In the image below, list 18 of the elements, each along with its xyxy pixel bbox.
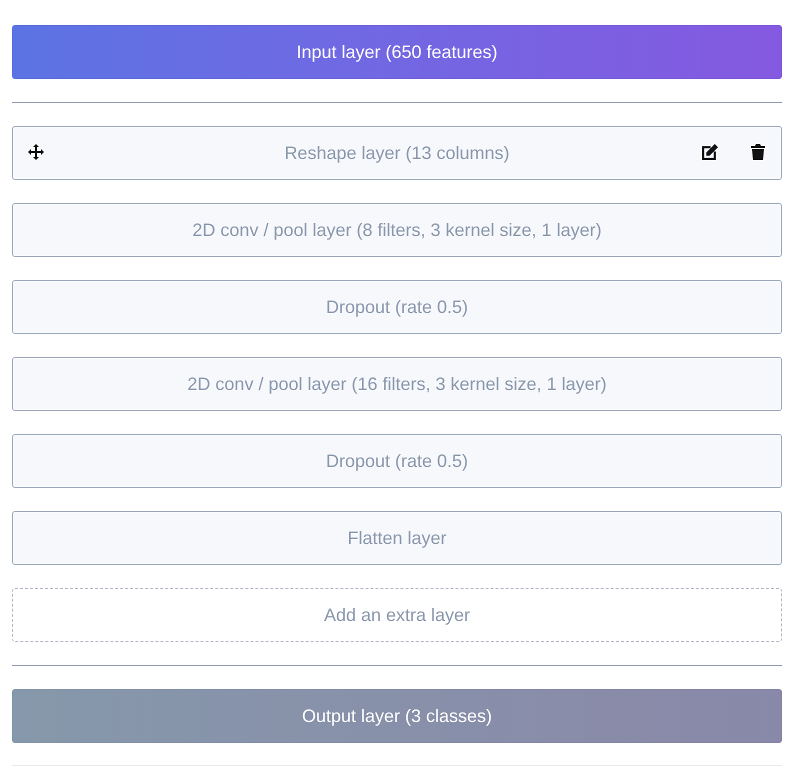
layer-label: 2D conv / pool layer (16 filters, 3 kernel size, 1 layer) xyxy=(187,372,607,396)
input-layer-bar: Input layer (650 features) xyxy=(12,25,782,79)
layer-label: Dropout (rate 0.5) xyxy=(326,450,468,473)
layer-label: 2D conv / pool layer (8 filters, 3 kernel size, 1 layer) xyxy=(192,218,602,242)
edit-icon[interactable] xyxy=(701,144,718,161)
move-icon[interactable] xyxy=(28,144,44,160)
layer-card[interactable]: 2D conv / pool layer (8 filters, 3 kernel size, 1 layer) xyxy=(12,203,782,257)
layer-card[interactable]: 2D conv / pool layer (16 filters, 3 kernel size, 1 layer) xyxy=(12,357,782,411)
layer-card[interactable]: Dropout (rate 0.5) xyxy=(12,280,782,334)
add-layer-button[interactable]: Add an extra layer xyxy=(12,588,782,642)
trash-icon[interactable] xyxy=(751,144,765,160)
layer-card[interactable]: Reshape layer (13 columns) xyxy=(12,126,782,180)
layer-label: Reshape layer (13 columns) xyxy=(284,142,510,165)
output-layer-bar: Output layer (3 classes) xyxy=(12,689,782,743)
layer-label: Flatten layer xyxy=(347,526,447,550)
layer-card[interactable]: Dropout (rate 0.5) xyxy=(12,434,782,488)
layer-card[interactable]: Flatten layer xyxy=(12,511,782,565)
layer-label: Dropout (rate 0.5) xyxy=(326,296,468,319)
